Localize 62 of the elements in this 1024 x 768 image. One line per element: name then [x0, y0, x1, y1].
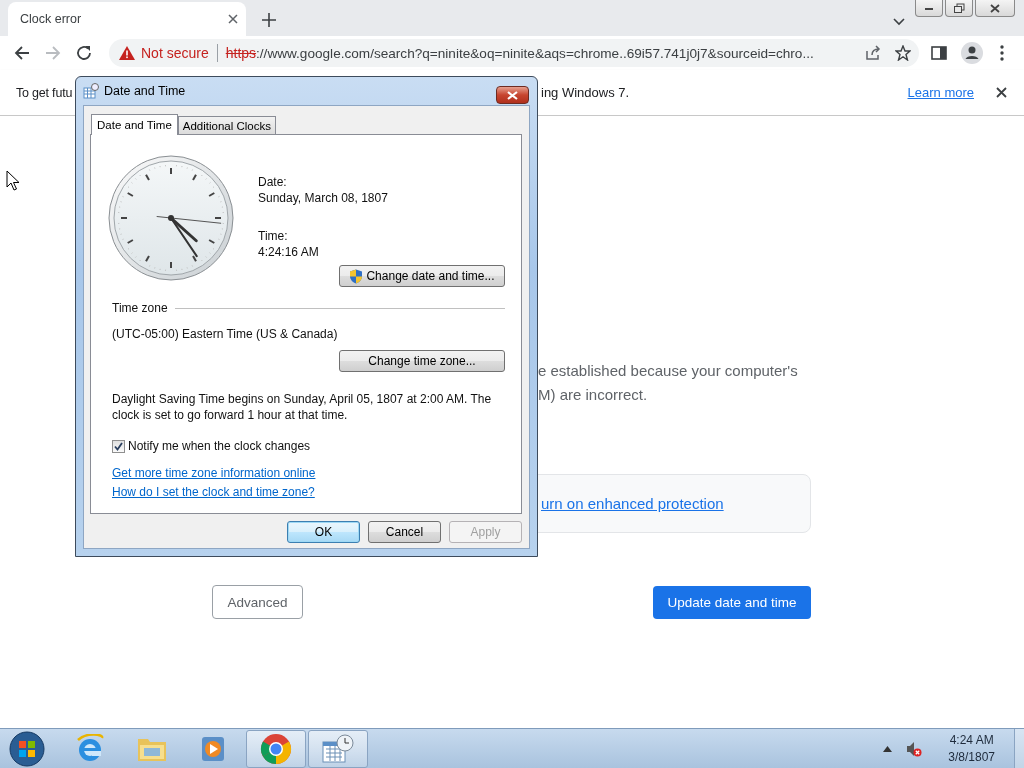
new-tab-icon[interactable] — [262, 13, 276, 27]
taskbar-clock[interactable]: 4:24 AM 3/8/1807 — [948, 731, 995, 766]
speaker-muted-icon[interactable] — [906, 740, 923, 757]
profile-icon[interactable] — [961, 42, 983, 64]
close-icon — [990, 3, 1000, 13]
dialog-title: Date and Time — [104, 84, 186, 98]
time-label: Time: — [258, 228, 288, 244]
enhanced-protection-link[interactable]: urn on enhanced protection — [541, 495, 724, 512]
close-icon[interactable] — [228, 14, 238, 24]
calendar-clock-icon — [83, 83, 99, 99]
restore-button[interactable] — [945, 0, 973, 17]
url-scheme: https — [225, 45, 257, 61]
taskbar-button[interactable] — [308, 729, 368, 768]
dialog-tab[interactable]: Date and Time — [91, 114, 178, 135]
url-text: ://www.google.com/search?q=ninite&oq=ninite&aqs=chrome..69i57.741j0j7&sourceid=chro... — [256, 45, 814, 61]
cursor-icon — [6, 170, 20, 191]
error-text: M) are incorrect. — [538, 385, 649, 405]
change-date-time-button[interactable]: Change date and time... — [339, 265, 505, 287]
dialog-button[interactable]: OK — [287, 521, 360, 543]
start-button[interactable] — [8, 729, 46, 768]
time-value: 4:24:16 AM — [258, 244, 319, 260]
close-button[interactable] — [975, 0, 1015, 17]
minimize-icon — [924, 5, 934, 11]
close-icon — [507, 90, 518, 100]
group-heading: Time zone — [112, 300, 168, 316]
help-link[interactable]: How do I set the clock and time zone? — [112, 484, 315, 500]
infobar-text: ing Windows 7. — [541, 85, 630, 100]
infobar-text: To get futu — [16, 85, 73, 100]
advanced-button[interactable]: Advanced — [212, 585, 303, 619]
chevron-down-icon[interactable] — [893, 18, 905, 26]
shield-icon — [349, 268, 364, 284]
security-label: Not secure — [141, 45, 209, 61]
update-button[interactable]: Update date and time — [653, 585, 811, 619]
warning-icon — [119, 46, 135, 60]
checkbox-label: Notify me when the clock changes — [128, 438, 311, 454]
back-icon[interactable] — [13, 44, 31, 62]
error-text: e established because your computer's — [538, 361, 799, 381]
restore-icon — [953, 3, 965, 13]
star-icon[interactable] — [895, 45, 911, 61]
menu-icon[interactable] — [1000, 45, 1004, 61]
side-panel-icon[interactable] — [931, 45, 947, 61]
minimize-button[interactable] — [915, 0, 943, 17]
calendar-clock-icon — [321, 733, 355, 764]
dst-note: Daylight Saving Time begins on Sunday, April 05, 1807 at 2:00 AM. The clock is set to go forward 1 hour at that time. — [112, 391, 493, 423]
browser-tab[interactable]: Clock error — [8, 2, 246, 36]
share-icon[interactable] — [865, 45, 881, 61]
close-button[interactable] — [496, 86, 529, 104]
tray-expand-icon[interactable] — [883, 745, 893, 752]
help-link[interactable]: Get more time zone information online — [112, 465, 316, 481]
date-label: Date: — [258, 174, 287, 190]
close-icon[interactable] — [996, 87, 1007, 98]
dialog-button[interactable]: Cancel — [368, 521, 441, 543]
taskbar-button[interactable] — [246, 729, 306, 768]
reload-icon[interactable] — [75, 44, 93, 62]
date-value: Sunday, March 08, 1807 — [258, 190, 388, 206]
chrome-icon — [260, 732, 292, 765]
learn-more-link[interactable]: Learn more — [907, 85, 974, 100]
checkbox[interactable] — [112, 439, 125, 453]
change-time-zone-button[interactable]: Change time zone... — [339, 350, 505, 372]
address-bar[interactable]: Not secure https://www.google.com/search?q=ninite&oq=ninite&aqs=chrome..69i57.741j0j7&sourceid=chro... — [109, 39, 919, 67]
dialog-tab[interactable]: Additional Clocks — [177, 116, 276, 134]
time-zone-text: (UTC-05:00) Eastern Time (US & Canada) — [112, 326, 339, 342]
